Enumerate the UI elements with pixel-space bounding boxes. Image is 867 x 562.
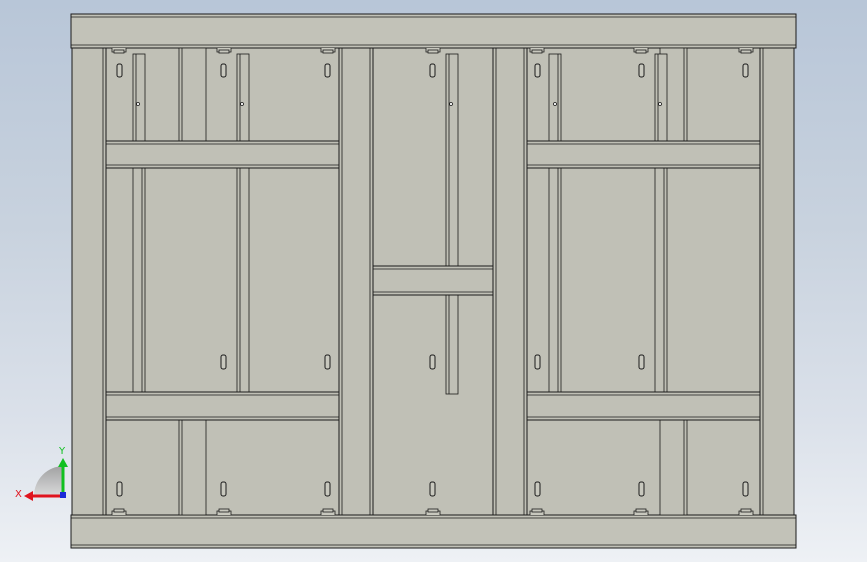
y-axis-label: Y: [58, 446, 66, 457]
axis-triad[interactable]: X Y: [15, 446, 68, 501]
vertical-post-left[interactable]: [71, 47, 107, 516]
vertical-post-right[interactable]: [759, 47, 795, 516]
vertical-post-center-right[interactable]: [492, 47, 528, 516]
assembly-drawing: X Y: [15, 13, 797, 549]
z-axis-dot-icon: [60, 492, 66, 498]
x-axis-label: X: [15, 489, 22, 500]
cad-viewport[interactable]: X Y: [0, 0, 867, 562]
triad-base-icon: [34, 466, 64, 496]
bottom-rail[interactable]: [70, 514, 797, 549]
vertical-post-center-left[interactable]: [338, 47, 374, 516]
top-rail[interactable]: [70, 13, 797, 49]
